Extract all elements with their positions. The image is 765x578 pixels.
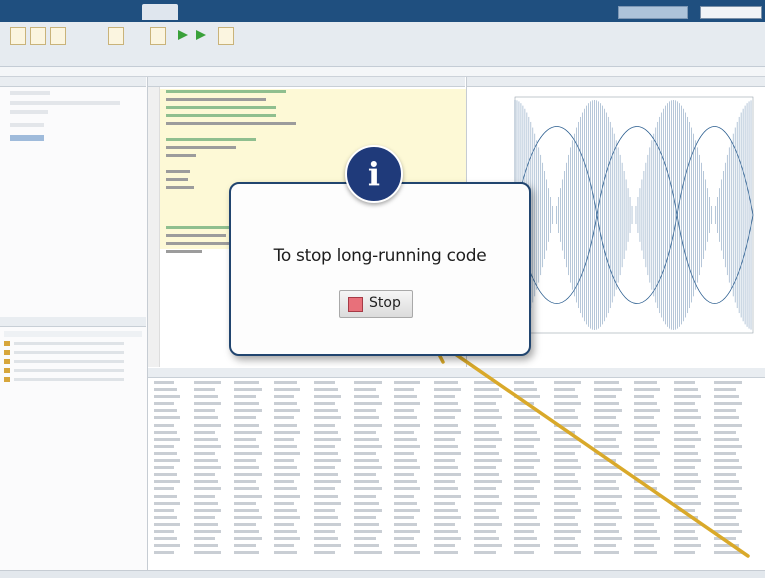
line-number-gutter [148, 87, 160, 367]
output-column [434, 380, 461, 557]
stop-button-label: Stop [369, 295, 401, 311]
current-folder-header [0, 77, 146, 87]
info-icon: i [345, 145, 403, 203]
output-column [594, 380, 622, 557]
output-column [154, 380, 180, 557]
workspace-variable-row[interactable] [4, 341, 124, 347]
new-file-button[interactable] [10, 27, 26, 45]
tab-view[interactable] [226, 4, 266, 20]
tab-editor[interactable] [142, 4, 178, 20]
open-file-button[interactable] [30, 27, 46, 45]
current-folder-path-bar[interactable] [0, 67, 765, 77]
run-section-button[interactable] [218, 27, 234, 45]
search-documentation-input[interactable] [700, 6, 762, 19]
output-column [714, 380, 742, 557]
workspace-variable-row[interactable] [4, 350, 124, 356]
file-list-item[interactable] [10, 91, 50, 95]
variable-icon [4, 350, 10, 355]
variable-icon [4, 368, 10, 373]
output-column [474, 380, 502, 557]
plot-oscillation [514, 100, 752, 330]
stop-icon [348, 297, 363, 312]
tab-publish[interactable] [184, 4, 220, 20]
run-advance-icon[interactable] [196, 30, 206, 40]
quick-access-toolbar[interactable] [618, 6, 688, 19]
file-list-item[interactable] [10, 101, 120, 105]
output-column [194, 380, 221, 557]
output-column [674, 380, 701, 557]
output-column [234, 380, 262, 557]
editor-toolstrip [0, 22, 765, 88]
stop-tip-callout: To stop long-running code Stop [229, 182, 531, 356]
toolstrip-tabs [0, 0, 765, 22]
workspace-columns [4, 331, 142, 337]
workspace-variable-row[interactable] [4, 359, 124, 365]
folder-item[interactable] [10, 110, 48, 114]
variable-icon [4, 359, 10, 364]
output-column [314, 380, 341, 557]
current-folder-panel [0, 77, 148, 570]
variable-icon [4, 377, 10, 382]
editor-tab-bar [148, 77, 465, 87]
tab-apps[interactable] [100, 4, 136, 20]
workspace-variable-row[interactable] [4, 368, 124, 374]
workspace-header [0, 317, 146, 327]
folder-item[interactable] [10, 123, 44, 127]
callout-message: To stop long-running code [273, 246, 487, 266]
output-column [634, 380, 660, 557]
tab-home[interactable] [14, 4, 50, 20]
output-column [394, 380, 420, 557]
command-window[interactable] [148, 368, 765, 570]
workspace-variable-row[interactable] [4, 377, 124, 383]
output-column [274, 380, 300, 557]
tab-plots[interactable] [58, 4, 94, 20]
selected-file-item[interactable] [10, 135, 44, 141]
run-icon[interactable] [178, 30, 188, 40]
command-window-header [148, 368, 765, 378]
output-column [354, 380, 382, 557]
save-button[interactable] [50, 27, 66, 45]
insert-button[interactable] [150, 27, 166, 45]
output-column [554, 380, 581, 557]
find-files-button[interactable] [108, 27, 124, 45]
stop-button[interactable]: Stop [339, 290, 413, 318]
variable-icon [4, 341, 10, 346]
output-column [514, 380, 540, 557]
figure-tab-bar [467, 77, 765, 87]
